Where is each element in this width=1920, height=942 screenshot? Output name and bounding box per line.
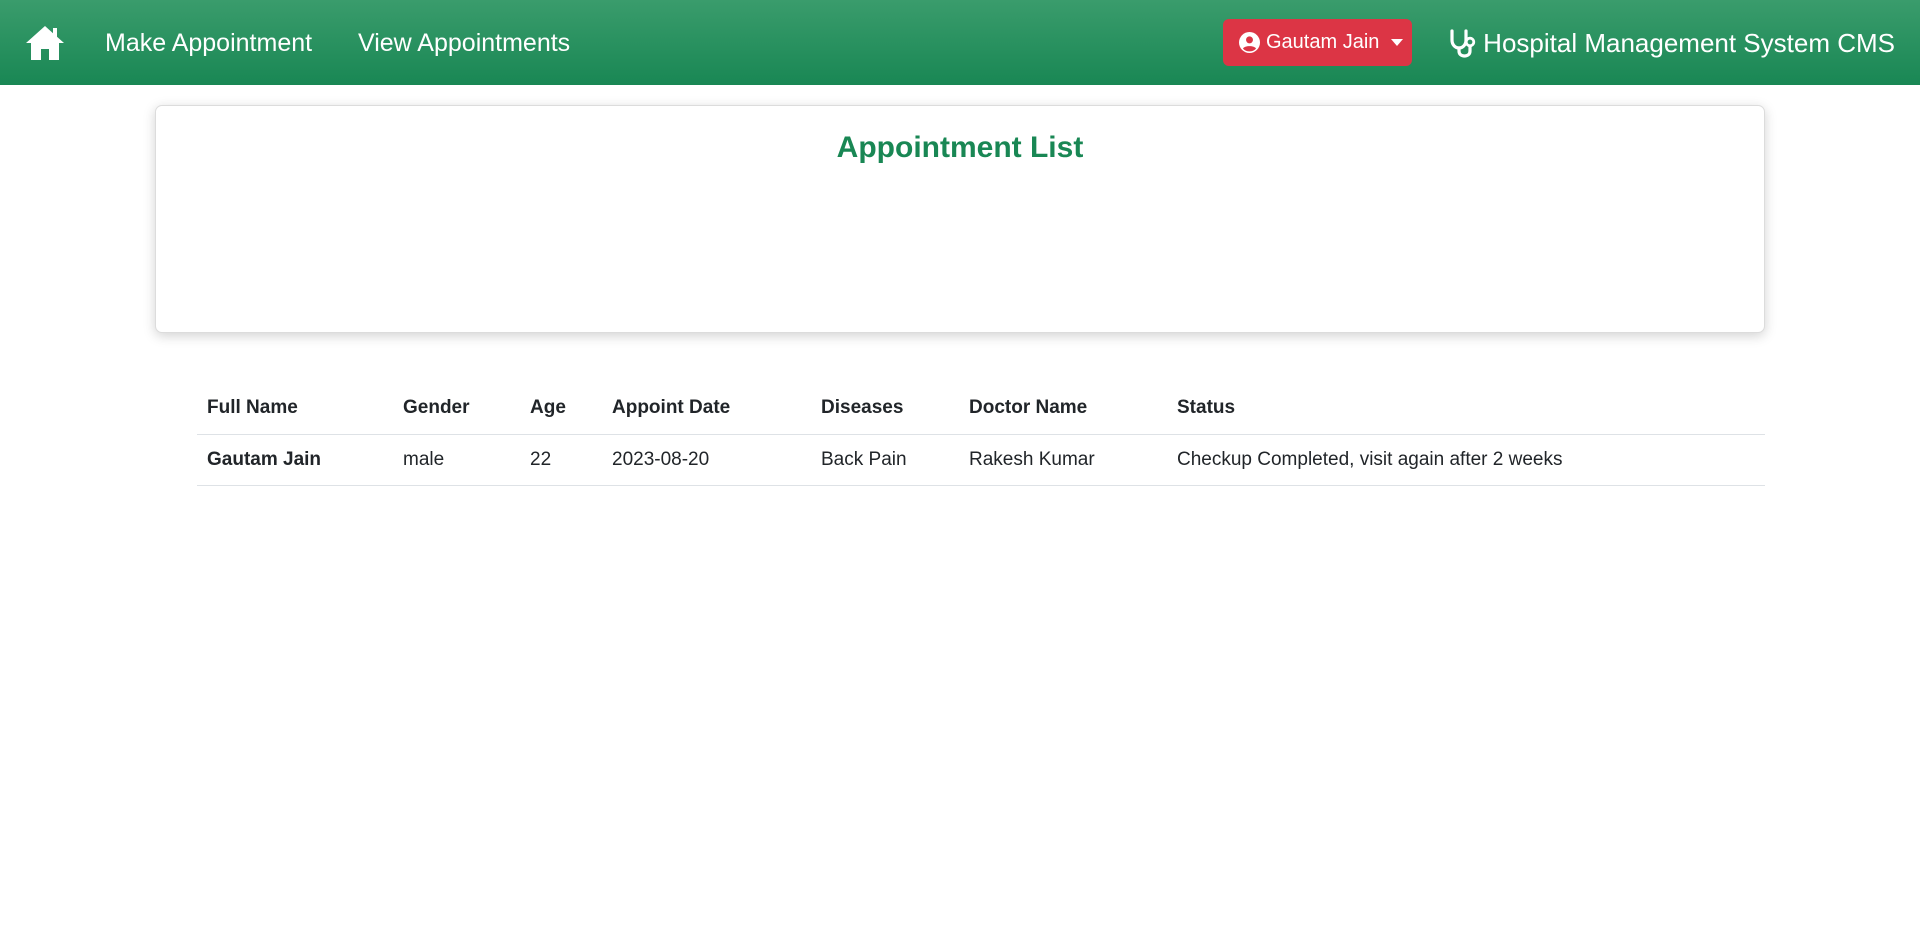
table-header-row: Full Name Gender Age Appoint Date Diseas… <box>197 383 1765 435</box>
home-link[interactable] <box>24 24 66 62</box>
cell-doctor-name: Rakesh Kumar <box>959 434 1167 486</box>
column-header-diseases: Diseases <box>811 383 959 435</box>
column-header-doctor-name: Doctor Name <box>959 383 1167 435</box>
user-circle-icon <box>1239 32 1260 53</box>
brand[interactable]: Hospital Management System CMS <box>1448 26 1895 60</box>
top-navbar: Make Appointment View Appointments Gauta… <box>0 0 1920 85</box>
nav-view-appointments[interactable]: View Appointments <box>358 26 570 60</box>
appointments-table: Full Name Gender Age Appoint Date Diseas… <box>197 383 1765 486</box>
cell-diseases: Back Pain <box>811 434 959 486</box>
user-menu-button[interactable]: Gautam Jain <box>1223 19 1412 66</box>
column-header-full-name: Full Name <box>197 383 393 435</box>
brand-label: Hospital Management System CMS <box>1483 28 1895 58</box>
column-header-status: Status <box>1167 383 1765 435</box>
cell-status: Checkup Completed, visit again after 2 w… <box>1167 434 1765 486</box>
cell-appoint-date: 2023-08-20 <box>602 434 811 486</box>
cell-gender: male <box>393 434 520 486</box>
table-row: Gautam Jain male 22 2023-08-20 Back Pain… <box>197 434 1765 486</box>
column-header-gender: Gender <box>393 383 520 435</box>
nav-make-appointment[interactable]: Make Appointment <box>105 26 312 60</box>
home-icon <box>26 26 64 60</box>
stethoscope-icon <box>1450 29 1476 58</box>
page-title: Appointment List <box>836 131 1084 164</box>
appointment-card: Appointment List Full Name Gender Age Ap… <box>155 105 1765 486</box>
chevron-down-icon <box>1391 39 1404 46</box>
column-header-appoint-date: Appoint Date <box>602 383 811 435</box>
cell-age: 22 <box>520 434 602 486</box>
cell-full-name: Gautam Jain <box>197 434 393 486</box>
user-menu-label: Gautam Jain <box>1266 31 1380 53</box>
column-header-age: Age <box>520 383 602 435</box>
